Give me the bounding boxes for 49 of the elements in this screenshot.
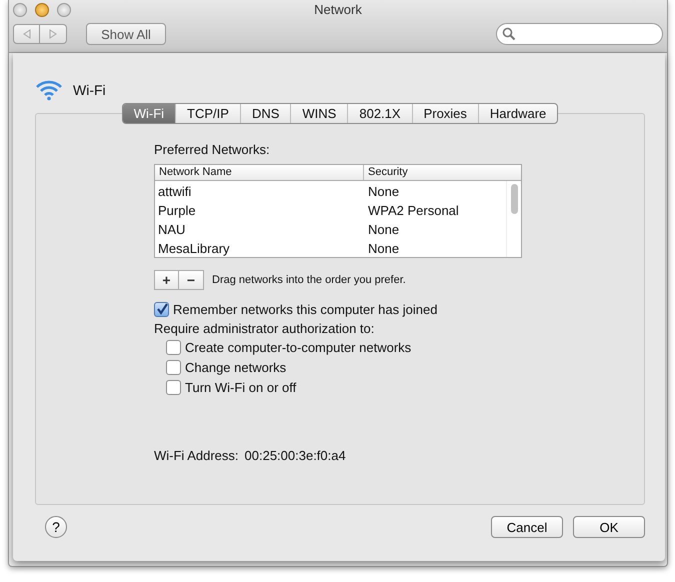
tab[interactable]: WINS bbox=[290, 104, 348, 123]
drag-hint: Drag networks into the order you prefer. bbox=[212, 274, 406, 286]
checkbox-label: Change networks bbox=[185, 360, 286, 374]
table-cell-text: NAU bbox=[157, 222, 186, 237]
forward-button[interactable] bbox=[40, 24, 67, 44]
tab[interactable]: Proxies bbox=[412, 104, 478, 123]
checkbox[interactable] bbox=[166, 360, 181, 374]
left-triangle-icon bbox=[22, 29, 32, 39]
tab[interactable]: TCP/IP bbox=[175, 104, 240, 123]
checkbox-label: Turn Wi-Fi on or off bbox=[185, 380, 296, 394]
wifi-icon bbox=[35, 79, 63, 101]
cancel-button[interactable]: Cancel bbox=[491, 516, 563, 538]
column-header[interactable]: Network Name bbox=[155, 165, 363, 180]
add-button[interactable]: + bbox=[154, 270, 179, 290]
help-button[interactable]: ? bbox=[45, 516, 67, 538]
address-value: 00:25:00:3e:f0:a4 bbox=[244, 448, 346, 463]
table-cell-text: WPA2 Personal bbox=[367, 203, 460, 218]
search-icon bbox=[502, 27, 516, 41]
tab[interactable]: Hardware bbox=[478, 104, 558, 123]
address-label: Wi-Fi Address: bbox=[154, 448, 239, 463]
table-cell-text: MesaLibrary bbox=[157, 241, 231, 256]
close-button[interactable] bbox=[13, 3, 27, 17]
checkbox-label: Create computer-to-computer networks bbox=[185, 340, 412, 354]
tab[interactable]: DNS bbox=[240, 104, 290, 123]
service-title: Wi-Fi bbox=[73, 82, 106, 98]
tab[interactable]: Wi-Fi bbox=[122, 104, 176, 123]
checkbox[interactable] bbox=[154, 302, 169, 316]
checkbox[interactable] bbox=[166, 380, 181, 394]
ok-button[interactable]: OK bbox=[573, 516, 645, 538]
column-header[interactable]: Security bbox=[363, 165, 521, 180]
tab[interactable]: 802.1X bbox=[347, 104, 412, 123]
table-cell-text: Purple bbox=[157, 203, 197, 218]
show-all-button[interactable]: Show All bbox=[86, 23, 166, 45]
table-cell-text: None bbox=[367, 222, 400, 237]
remove-button[interactable]: − bbox=[179, 270, 204, 290]
window-title: Network bbox=[314, 2, 362, 17]
checkbox[interactable] bbox=[166, 340, 181, 354]
back-button[interactable] bbox=[13, 24, 40, 44]
table-cell-text: None bbox=[367, 241, 400, 256]
search-field[interactable] bbox=[496, 23, 663, 45]
table-cell-text: None bbox=[367, 184, 400, 199]
zoom-button[interactable] bbox=[57, 3, 71, 17]
checkbox-label: Remember networks this computer has joined bbox=[173, 302, 438, 316]
scrollbar-thumb[interactable] bbox=[510, 184, 518, 214]
preferred-networks-label: Preferred Networks: bbox=[154, 142, 271, 157]
require-label: Require administrator authorization to: bbox=[154, 321, 376, 336]
minimize-button[interactable] bbox=[35, 3, 49, 17]
right-triangle-icon bbox=[48, 29, 58, 39]
table-cell-text: attwifi bbox=[157, 184, 192, 199]
